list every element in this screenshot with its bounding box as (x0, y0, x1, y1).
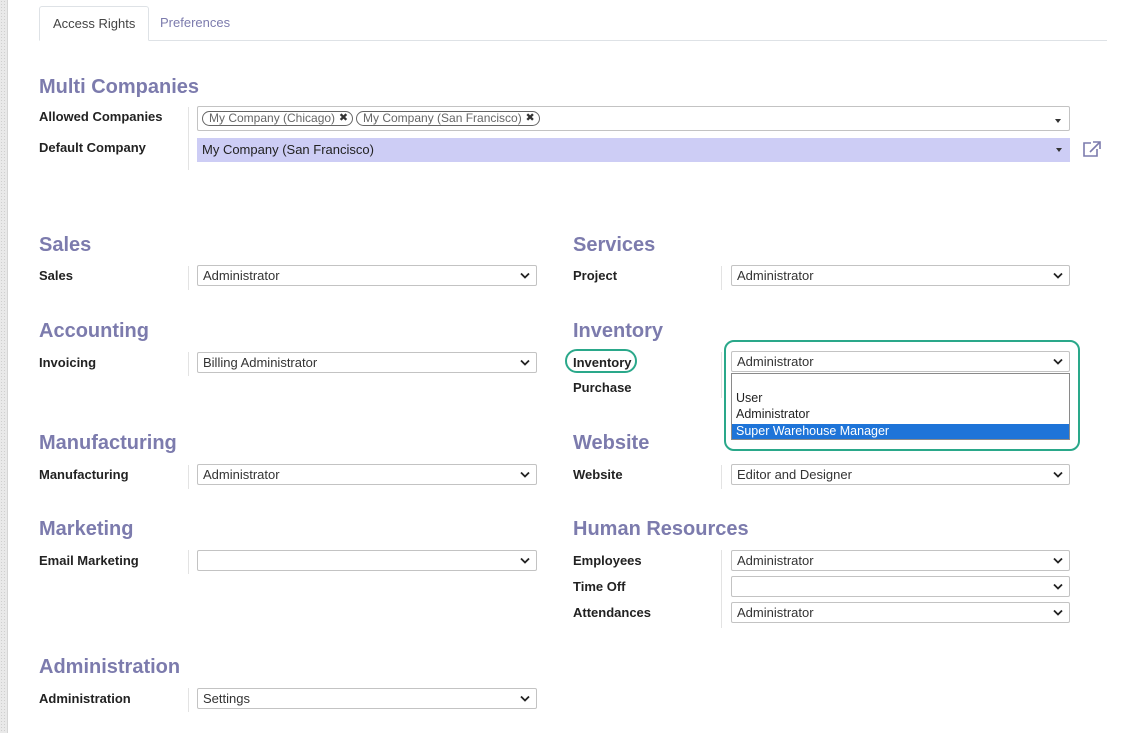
field-label-time-off: Time Off (573, 579, 626, 594)
field-label-manufacturing: Manufacturing (39, 467, 129, 482)
group-title-multi-companies: Multi Companies (39, 76, 200, 98)
group-title-sales: Sales (39, 234, 92, 256)
select-value: Billing Administrator (203, 355, 318, 370)
default-company-label: Default Company (39, 140, 146, 155)
group-title-administration: Administration (39, 656, 181, 678)
chevron-down-icon (1053, 557, 1063, 564)
field-label-email-marketing: Email Marketing (39, 553, 139, 568)
field-separator (188, 352, 189, 376)
times-icon[interactable]: ✖ (526, 112, 535, 125)
tab-access-rights[interactable]: Access Rights (39, 6, 150, 41)
group-title-manufacturing: Manufacturing (39, 432, 177, 454)
time-off-select[interactable] (731, 576, 1070, 597)
chevron-down-icon (1053, 583, 1063, 590)
external-link-icon[interactable] (1082, 140, 1102, 158)
company-tag[interactable]: My Company (San Francisco) ✖ (356, 111, 540, 126)
field-label-attendances: Attendances (573, 605, 652, 620)
manufacturing-select[interactable]: Administrator (197, 464, 537, 485)
group-title-website: Website (573, 432, 650, 454)
allowed-companies-field[interactable]: My Company (Chicago) ✖ My Company (San F… (197, 106, 1070, 131)
chevron-down-icon (520, 557, 530, 564)
inventory-dropdown-highlight (724, 340, 1080, 451)
default-company-field[interactable]: My Company (San Francisco) (197, 138, 1070, 162)
field-label-project: Project (573, 268, 618, 283)
field-separator (188, 550, 189, 574)
field-separator (721, 352, 722, 398)
chevron-down-icon (520, 359, 530, 366)
field-separator (188, 688, 189, 712)
chevron-down-icon (1053, 471, 1063, 478)
inventory-label-highlight (565, 349, 637, 373)
company-tag-label: My Company (Chicago) (209, 111, 336, 125)
field-separator (188, 266, 189, 290)
select-value: Administrator (203, 467, 280, 482)
employees-select[interactable]: Administrator (731, 550, 1070, 571)
select-value: Administrator (737, 553, 814, 568)
select-value: Settings (203, 691, 250, 706)
sales-select[interactable]: Administrator (197, 265, 537, 286)
website-select[interactable]: Editor and Designer (731, 464, 1070, 485)
select-value: Administrator (737, 268, 814, 283)
field-label-administration: Administration (39, 691, 131, 706)
notebook-tabs: Access Rights Preferences (39, 6, 1107, 41)
company-tag[interactable]: My Company (Chicago) ✖ (202, 111, 354, 126)
field-separator (188, 107, 189, 170)
field-label-website: Website (573, 467, 623, 482)
default-company-value: My Company (San Francisco) (202, 142, 374, 157)
group-title-marketing: Marketing (39, 518, 134, 540)
field-separator (721, 550, 722, 628)
field-label-invoicing: Invoicing (39, 355, 97, 370)
field-label-purchase: Purchase (573, 380, 632, 395)
times-icon[interactable]: ✖ (339, 112, 348, 125)
select-value: Administrator (737, 605, 814, 620)
company-tag-label: My Company (San Francisco) (363, 111, 522, 125)
left-scroll-rail (0, 0, 8, 733)
field-separator (721, 465, 722, 489)
select-value: Editor and Designer (737, 467, 852, 482)
select-value: Administrator (203, 268, 280, 283)
allowed-companies-label: Allowed Companies (39, 109, 163, 124)
field-separator (188, 465, 189, 489)
chevron-down-icon (1053, 609, 1063, 616)
email-marketing-select[interactable] (197, 550, 537, 571)
group-title-human-resources: Human Resources (573, 518, 749, 540)
caret-down-icon[interactable] (1055, 119, 1061, 123)
administration-select[interactable]: Settings (197, 688, 537, 709)
group-title-services: Services (573, 234, 656, 256)
invoicing-select[interactable]: Billing Administrator (197, 352, 537, 373)
chevron-down-icon (520, 272, 530, 279)
project-select[interactable]: Administrator (731, 265, 1070, 286)
group-title-accounting: Accounting (39, 320, 149, 342)
caret-down-icon[interactable] (1056, 148, 1062, 152)
group-title-inventory: Inventory (573, 320, 664, 342)
field-label-employees: Employees (573, 553, 642, 568)
tab-preferences[interactable]: Preferences (147, 6, 243, 39)
chevron-down-icon (520, 471, 530, 478)
field-separator (721, 266, 722, 290)
chevron-down-icon (520, 695, 530, 702)
chevron-down-icon (1053, 272, 1063, 279)
field-label-sales: Sales (39, 268, 73, 283)
attendances-select[interactable]: Administrator (731, 602, 1070, 623)
